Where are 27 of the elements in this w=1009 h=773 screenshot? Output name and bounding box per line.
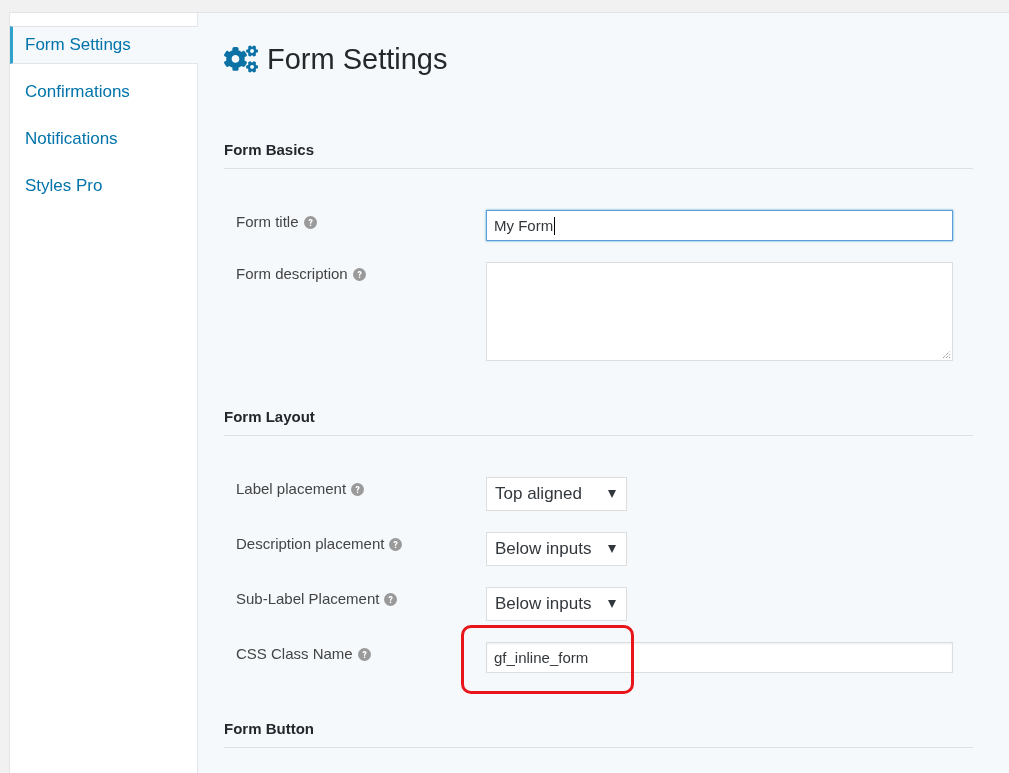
caret-icon	[608, 600, 616, 608]
section-heading: Form Basics	[224, 140, 315, 160]
page-title: Form Settings	[267, 42, 448, 77]
field-label: Description placement	[236, 534, 385, 554]
resize-grip-icon[interactable]	[942, 350, 950, 358]
select-dropdown[interactable]: Below inputs	[486, 587, 627, 621]
textarea-input[interactable]	[486, 262, 953, 361]
select-dropdown[interactable]: Below inputs	[486, 532, 627, 566]
help-icon[interactable]	[303, 215, 317, 229]
text-input[interactable]: gf_inline_form	[486, 642, 953, 673]
text-input[interactable]: My Form	[486, 210, 953, 241]
section-heading: Form Layout	[224, 407, 315, 427]
help-icon[interactable]	[351, 482, 365, 496]
field-label: Label placement	[236, 479, 347, 499]
help-icon[interactable]	[389, 537, 403, 551]
field-label: Form description	[236, 264, 348, 284]
field-label: CSS Class Name	[236, 644, 353, 664]
select-dropdown[interactable]: Top aligned	[486, 477, 627, 511]
field-label: Sub-Label Placement	[236, 589, 380, 609]
caret-icon	[608, 545, 616, 553]
help-icon[interactable]	[352, 267, 366, 281]
caret-icon	[608, 490, 616, 498]
help-icon[interactable]	[357, 647, 371, 661]
section-heading: Form Button	[224, 719, 314, 739]
help-icon[interactable]	[384, 592, 398, 606]
field-label: Form title	[236, 212, 299, 232]
sidebar-item[interactable]: Form Settings	[10, 26, 198, 64]
